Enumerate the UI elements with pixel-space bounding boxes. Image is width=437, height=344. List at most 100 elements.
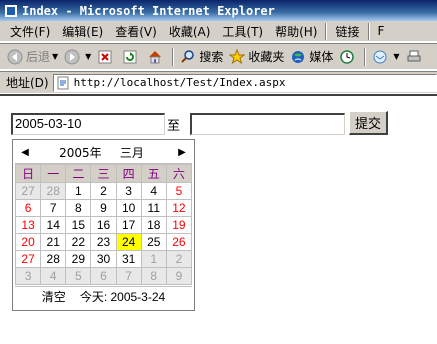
calendar-day[interactable]: 6 <box>14 199 42 217</box>
title-bar: Index - Microsoft Internet Explorer <box>0 0 437 21</box>
calendar-day[interactable]: 28 <box>40 182 67 200</box>
calendar-month[interactable]: 三月 <box>120 144 144 161</box>
calendar-day[interactable]: 1 <box>65 182 92 200</box>
search-label: 搜索 <box>199 50 224 64</box>
menu-view[interactable]: 查看(V) <box>109 23 163 40</box>
weekday-header: 二 <box>65 164 92 183</box>
next-month-icon[interactable]: ▶ <box>176 147 188 158</box>
toolbar-separator <box>364 47 367 66</box>
weekday-header: 五 <box>140 164 167 183</box>
calendar-day[interactable]: 17 <box>115 216 142 234</box>
search-button[interactable]: 搜索 <box>177 48 226 65</box>
menu-tools[interactable]: 工具(T) <box>216 23 269 40</box>
calendar-day[interactable]: 25 <box>140 233 167 251</box>
calendar-footer: 清空 今天: 2005-3-24 <box>15 286 192 306</box>
home-icon <box>147 49 163 65</box>
menu-separator <box>325 22 328 40</box>
calendar-day[interactable]: 12 <box>165 199 193 217</box>
back-label: 后退 <box>26 50 51 64</box>
history-button[interactable] <box>336 49 361 65</box>
menu-extra[interactable]: F <box>372 24 391 38</box>
calendar-day[interactable]: 23 <box>90 233 117 251</box>
dropdown-arrow-icon[interactable]: ▼ <box>85 52 91 61</box>
calendar-day[interactable]: 3 <box>14 267 42 285</box>
calendar-day[interactable]: 18 <box>140 216 167 234</box>
home-button[interactable] <box>144 49 169 65</box>
today-button[interactable]: 今天: 2005-3-24 <box>80 288 165 305</box>
calendar-day[interactable]: 26 <box>165 233 193 251</box>
favorites-button[interactable]: 收藏夹 <box>226 48 287 65</box>
back-button[interactable]: 后退 ▼ <box>4 48 61 65</box>
calendar-day[interactable]: 5 <box>165 182 193 200</box>
favorites-label: 收藏夹 <box>248 50 285 64</box>
dropdown-arrow-icon[interactable]: ▼ <box>393 52 399 61</box>
date-input[interactable]: 2005-03-10 <box>11 113 165 135</box>
date-picker-calendar: ◀ 2005年 三月 ▶ 日一二三四五六 27 28 1 2 3 4 5 6 7 8 9 10 11 12 1… <box>12 139 195 311</box>
calendar-day[interactable]: 2 <box>165 250 193 268</box>
calendar-day[interactable]: 11 <box>140 199 167 217</box>
calendar-day[interactable]: 8 <box>65 199 92 217</box>
calendar-day[interactable]: 13 <box>14 216 42 234</box>
calendar-day[interactable]: 3 <box>115 182 142 200</box>
menu-help[interactable]: 帮助(H) <box>269 23 323 40</box>
mail-button[interactable]: ▼ <box>369 49 402 65</box>
address-label: 地址(D) <box>6 76 49 90</box>
media-label: 媒体 <box>309 50 334 64</box>
calendar-day[interactable]: 7 <box>115 267 142 285</box>
media-button[interactable]: 媒体 <box>287 48 336 65</box>
calendar-day[interactable]: 20 <box>14 233 42 251</box>
calendar-day[interactable]: 30 <box>90 250 117 268</box>
prev-month-icon[interactable]: ◀ <box>19 147 31 158</box>
weekday-header: 六 <box>165 164 193 183</box>
calendar-day[interactable]: 28 <box>40 250 67 268</box>
menu-separator <box>367 22 370 40</box>
menu-file[interactable]: 文件(F) <box>4 23 56 40</box>
print-icon <box>406 49 422 65</box>
forward-button[interactable]: ▼ <box>61 49 94 65</box>
standard-toolbar: 后退 ▼ ▼ 搜索 收藏夹 媒体 ▼ <box>0 43 437 70</box>
calendar-day[interactable]: 24 <box>115 233 142 251</box>
calendar-year[interactable]: 2005年 <box>59 144 102 161</box>
calendar-day[interactable]: 31 <box>115 250 142 268</box>
refresh-icon <box>122 49 138 65</box>
refresh-button[interactable] <box>119 49 144 65</box>
calendar-day[interactable]: 27 <box>14 182 42 200</box>
calendar-day[interactable]: 9 <box>90 199 117 217</box>
calendar-day[interactable]: 2 <box>90 182 117 200</box>
calendar-day[interactable]: 22 <box>65 233 92 251</box>
print-button[interactable] <box>403 49 428 65</box>
calendar-day[interactable]: 21 <box>40 233 67 251</box>
dropdown-arrow-icon[interactable]: ▼ <box>52 52 58 61</box>
address-input[interactable]: http://localhost/Test/Index.aspx <box>52 73 437 92</box>
calendar-day[interactable]: 27 <box>14 250 42 268</box>
mail-icon <box>372 49 388 65</box>
text-input[interactable] <box>190 113 345 135</box>
calendar-day[interactable]: 16 <box>90 216 117 234</box>
page-icon <box>56 76 70 90</box>
calendar-day[interactable]: 7 <box>40 199 67 217</box>
calendar-day[interactable]: 19 <box>165 216 193 234</box>
stop-button[interactable] <box>94 49 119 65</box>
weekday-header: 三 <box>90 164 117 183</box>
address-url: http://localhost/Test/Index.aspx <box>73 76 286 89</box>
calendar-day[interactable]: 14 <box>40 216 67 234</box>
calendar-header: ◀ 2005年 三月 ▶ <box>15 142 192 164</box>
calendar-day[interactable]: 4 <box>140 182 167 200</box>
clear-button[interactable]: 清空 <box>42 288 66 305</box>
calendar-day[interactable]: 9 <box>165 267 193 285</box>
menu-favorites[interactable]: 收藏(A) <box>163 23 217 40</box>
ie-icon <box>3 3 18 18</box>
calendar-day[interactable]: 15 <box>65 216 92 234</box>
calendar-day[interactable]: 5 <box>65 267 92 285</box>
calendar-day[interactable]: 1 <box>140 250 167 268</box>
calendar-day[interactable]: 8 <box>140 267 167 285</box>
menu-edit[interactable]: 编辑(E) <box>56 23 109 40</box>
to-label: 至 <box>167 119 181 134</box>
calendar-day[interactable]: 6 <box>90 267 117 285</box>
calendar-day[interactable]: 10 <box>115 199 142 217</box>
submit-button[interactable]: 提交 <box>349 111 388 135</box>
links-menu[interactable]: 链接 <box>329 23 365 40</box>
calendar-day[interactable]: 4 <box>40 267 67 285</box>
back-arrow-icon <box>7 49 23 65</box>
calendar-day[interactable]: 29 <box>65 250 92 268</box>
